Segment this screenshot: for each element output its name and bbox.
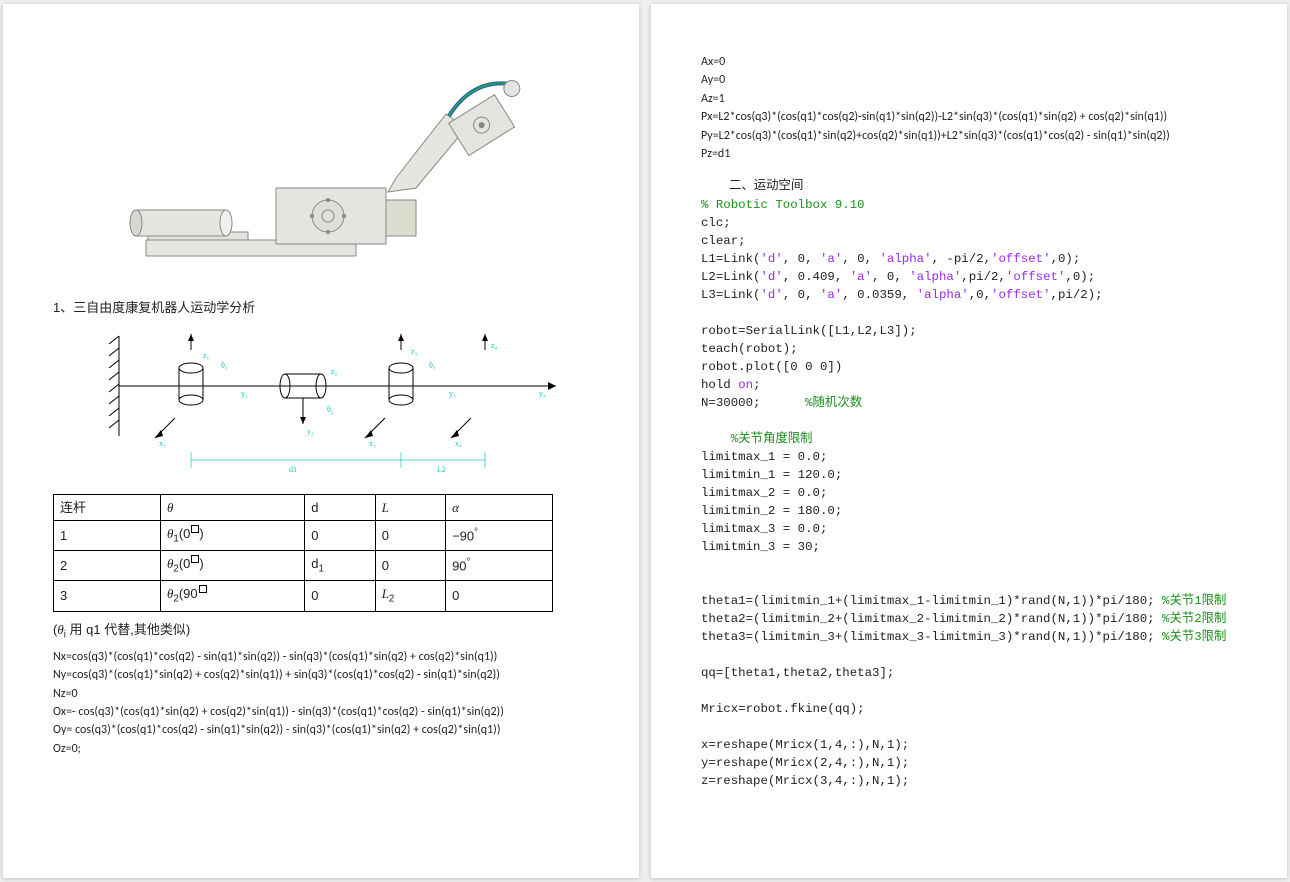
svg-text:y₁: y₁ xyxy=(241,389,248,398)
svg-text:θ₃: θ₃ xyxy=(429,361,436,370)
code-line: robot.plot([0 0 0]) xyxy=(701,359,1237,377)
code-line xyxy=(701,719,1237,737)
cell-link: 3 xyxy=(54,581,161,611)
svg-text:z₂: z₂ xyxy=(331,367,338,376)
cell-L: 0 xyxy=(375,521,445,551)
code-line: limitmin_2 = 180.0; xyxy=(701,503,1237,521)
formula-line: Ay=0 xyxy=(701,72,1237,89)
formula-line: Ax=0 xyxy=(701,54,1237,71)
svg-text:x₃: x₃ xyxy=(369,439,376,448)
table-row: 3 θ2(90 0 L2 0 xyxy=(54,581,553,611)
header-d: d xyxy=(305,494,375,521)
cell-link: 1 xyxy=(54,521,161,551)
formula-line: Py=L2*cos(q3)*(cos(q1)*sin(q2)+cos(q2)*s… xyxy=(701,128,1237,145)
formula-line: Pz=d1 xyxy=(701,146,1237,163)
code-line: limitmin_3 = 30; xyxy=(701,539,1237,557)
code-line: robot=SerialLink([L1,L2,L3]); xyxy=(701,323,1237,341)
header-L: L xyxy=(375,494,445,521)
formula-line: Oz=0; xyxy=(53,741,589,758)
cell-d: d1 xyxy=(305,551,375,581)
code-line: %关节角度限制 xyxy=(701,431,1237,449)
formula-line: Ny=cos(q3)*(cos(q1)*sin(q2) + cos(q2)*si… xyxy=(53,667,589,684)
cell-L: 0 xyxy=(375,551,445,581)
substitution-note: (θi 用 q1 代替,其他类似) xyxy=(53,620,589,643)
code-line: L1=Link('d', 0, 'a', 0, 'alpha', -pi/2,'… xyxy=(701,251,1237,269)
svg-text:z₃: z₃ xyxy=(411,347,418,356)
formula-line: Az=1 xyxy=(701,91,1237,108)
cell-d: 0 xyxy=(305,521,375,551)
code-line: theta2=(limitmin_2+(limitmax_2-limitmin_… xyxy=(701,611,1237,629)
cell-alpha: −90° xyxy=(446,521,553,551)
document-page-right: Ax=0 Ay=0 Az=1 Px=L2*cos(q3)*(cos(q1)*co… xyxy=(651,4,1287,878)
position-formulas: Ax=0 Ay=0 Az=1 Px=L2*cos(q3)*(cos(q1)*co… xyxy=(701,54,1237,163)
code-line: clear; xyxy=(701,233,1237,251)
matlab-code-block: % Robotic Toolbox 9.10clc;clear;L1=Link(… xyxy=(701,197,1237,790)
svg-text:y₃: y₃ xyxy=(449,389,456,398)
code-line: hold on; xyxy=(701,377,1237,395)
formula-line: Ox=- cos(q3)*(cos(q1)*sin(q2) + cos(q2)*… xyxy=(53,704,589,721)
code-line xyxy=(701,413,1237,431)
section-1-title: 1、三自由度康复机器人运动学分析 xyxy=(53,298,589,318)
table-row: 1 θ1(0) 0 0 −90° xyxy=(54,521,553,551)
section-2-title: 二、运动空间 xyxy=(729,177,1237,195)
svg-text:z₁: z₁ xyxy=(203,351,210,360)
code-line: limitmax_1 = 0.0; xyxy=(701,449,1237,467)
svg-text:y₄: y₄ xyxy=(539,389,546,398)
svg-text:y₂: y₂ xyxy=(307,427,314,436)
code-line: L2=Link('d', 0.409, 'a', 0, 'alpha',pi/2… xyxy=(701,269,1237,287)
cell-theta: θ2(90 xyxy=(160,581,304,611)
code-line: limitmax_3 = 0.0; xyxy=(701,521,1237,539)
code-line xyxy=(701,683,1237,701)
code-line: Mricx=robot.fkine(qq); xyxy=(701,701,1237,719)
header-alpha: α xyxy=(446,494,553,521)
code-line: % Robotic Toolbox 9.10 xyxy=(701,197,1237,215)
code-line xyxy=(701,305,1237,323)
cell-link: 2 xyxy=(54,551,161,581)
kinematic-diagram: z₁ θ₁ y₁ x₁ z₂ θ₂ y₂ xyxy=(71,326,571,486)
robot-figure xyxy=(106,68,536,288)
header-theta: θ xyxy=(160,494,304,521)
code-line: L3=Link('d', 0, 'a', 0.0359, 'alpha',0,'… xyxy=(701,287,1237,305)
svg-text:θ₂: θ₂ xyxy=(327,405,334,414)
dh-parameter-table: 连杆 θ d L α 1 θ1(0) 0 0 −90° 2 θ2(0) d1 0… xyxy=(53,494,553,612)
code-line: teach(robot); xyxy=(701,341,1237,359)
svg-text:z₄: z₄ xyxy=(491,341,498,350)
kinematics-formulas: Nx=cos(q3)*(cos(q1)*cos(q2) - sin(q1)*si… xyxy=(53,649,589,758)
formula-line: Nz=0 xyxy=(53,686,589,703)
document-page-left: 1、三自由度康复机器人运动学分析 xyxy=(3,4,639,878)
code-line: clc; xyxy=(701,215,1237,233)
svg-text:θ₁: θ₁ xyxy=(221,361,228,370)
code-line: N=30000; %随机次数 xyxy=(701,395,1237,413)
cell-d: 0 xyxy=(305,581,375,611)
svg-text:L2: L2 xyxy=(437,465,446,474)
cell-theta: θ1(0) xyxy=(160,521,304,551)
code-line: theta3=(limitmin_3+(limitmax_3-limitmin_… xyxy=(701,629,1237,647)
cell-alpha: 90° xyxy=(446,551,553,581)
cell-L: L2 xyxy=(375,581,445,611)
formula-line: Px=L2*cos(q3)*(cos(q1)*cos(q2)-sin(q1)*s… xyxy=(701,109,1237,126)
code-line: qq=[theta1,theta2,theta3]; xyxy=(701,665,1237,683)
code-line: z=reshape(Mricx(3,4,:),N,1); xyxy=(701,773,1237,791)
code-line xyxy=(701,575,1237,593)
table-header-row: 连杆 θ d L α xyxy=(54,494,553,521)
formula-line: Oy= cos(q3)*(cos(q1)*cos(q2) - sin(q1)*s… xyxy=(53,722,589,739)
code-line: theta1=(limitmin_1+(limitmax_1-limitmin_… xyxy=(701,593,1237,611)
code-line xyxy=(701,647,1237,665)
code-line: x=reshape(Mricx(1,4,:),N,1); xyxy=(701,737,1237,755)
code-line: limitmin_1 = 120.0; xyxy=(701,467,1237,485)
code-line xyxy=(701,557,1237,575)
svg-text:x₄: x₄ xyxy=(455,439,462,448)
code-line: y=reshape(Mricx(2,4,:),N,1); xyxy=(701,755,1237,773)
svg-text:x₁: x₁ xyxy=(159,439,166,448)
cell-alpha: 0 xyxy=(446,581,553,611)
header-link: 连杆 xyxy=(54,494,161,521)
cell-theta: θ2(0) xyxy=(160,551,304,581)
table-row: 2 θ2(0) d1 0 90° xyxy=(54,551,553,581)
code-line: limitmax_2 = 0.0; xyxy=(701,485,1237,503)
formula-line: Nx=cos(q3)*(cos(q1)*cos(q2) - sin(q1)*si… xyxy=(53,649,589,666)
svg-text:d1: d1 xyxy=(289,465,297,474)
